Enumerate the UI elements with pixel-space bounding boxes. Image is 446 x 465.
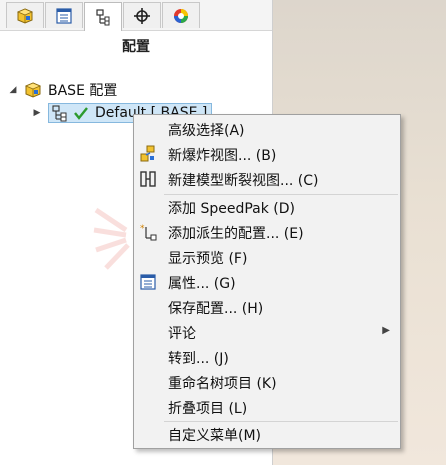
tree-root-label: BASE 配置	[48, 83, 118, 99]
break-view-icon	[139, 170, 157, 188]
display-manager-icon	[174, 8, 188, 23]
tab-property-manager[interactable]	[45, 2, 83, 28]
menu-item-comment[interactable]: 评论 ▶	[134, 320, 400, 344]
expand-arrow-icon[interactable]: ▶	[32, 108, 42, 118]
panel-title: 配置	[122, 39, 150, 55]
context-menu: 高级选择(A) 新爆炸视图... (B) 新建模型断裂视图... (C) 添加 …	[133, 114, 401, 449]
menu-item-advanced-select[interactable]: 高级选择(A)	[134, 117, 400, 141]
menu-item-label: 添加派生的配置... (E)	[168, 226, 304, 242]
collapse-arrow-icon[interactable]: ◢	[8, 85, 18, 95]
menu-item-save-config[interactable]: 保存配置... (H)	[134, 295, 400, 319]
menu-item-label: 折叠项目 (L)	[168, 401, 248, 417]
tab-dimxpert-manager[interactable]	[123, 2, 161, 28]
menu-item-label: 自定义菜单(M)	[168, 428, 262, 444]
menu-item-show-preview[interactable]: 显示预览 (F)	[134, 245, 400, 269]
part-icon	[24, 82, 42, 98]
property-manager-icon	[56, 7, 72, 24]
menu-item-label: 转到... (J)	[168, 351, 229, 367]
menu-item-label: 显示预览 (F)	[168, 251, 248, 267]
configuration-icon	[52, 105, 67, 122]
menu-item-rename[interactable]: 重命名树项目 (K)	[134, 370, 400, 394]
menu-item-add-derived-config[interactable]: * 添加派生的配置... (E)	[134, 220, 400, 244]
svg-text:*: *	[140, 224, 145, 234]
menu-item-label: 新爆炸视图... (B)	[168, 148, 277, 164]
menu-item-add-speedpak[interactable]: 添加 SpeedPak (D)	[134, 195, 400, 219]
configuration-manager-icon	[96, 9, 110, 26]
menu-item-label: 重命名树项目 (K)	[168, 376, 277, 392]
dimxpert-icon	[134, 7, 150, 24]
derived-config-icon: *	[139, 223, 157, 241]
checkmark-icon	[74, 107, 88, 120]
menu-item-label: 添加 SpeedPak (D)	[168, 201, 295, 217]
menu-item-customize-menu[interactable]: 自定义菜单(M)	[134, 422, 400, 446]
properties-icon	[139, 273, 157, 291]
menu-item-label: 高级选择(A)	[168, 123, 245, 139]
explode-view-icon	[139, 145, 157, 163]
menu-item-label: 保存配置... (H)	[168, 301, 264, 317]
tree-root-row[interactable]: ◢ BASE 配置	[8, 80, 117, 100]
tab-display-manager[interactable]	[162, 2, 200, 28]
submenu-arrow-icon: ▶	[382, 325, 390, 336]
menu-item-label: 评论	[168, 326, 196, 342]
tab-feature-manager[interactable]	[6, 2, 44, 28]
manager-tabs	[0, 0, 272, 31]
tab-configuration-manager[interactable]	[84, 2, 122, 31]
feature-manager-icon	[16, 7, 34, 24]
menu-item-properties[interactable]: 属性... (G)	[134, 270, 400, 294]
menu-item-label: 属性... (G)	[168, 276, 236, 292]
menu-item-new-explode-view[interactable]: 新爆炸视图... (B)	[134, 142, 400, 166]
menu-item-go-to[interactable]: 转到... (J)	[134, 345, 400, 369]
menu-item-new-break-view[interactable]: 新建模型断裂视图... (C)	[134, 167, 400, 191]
menu-item-collapse[interactable]: 折叠项目 (L)	[134, 395, 400, 419]
menu-item-label: 新建模型断裂视图... (C)	[168, 173, 319, 189]
